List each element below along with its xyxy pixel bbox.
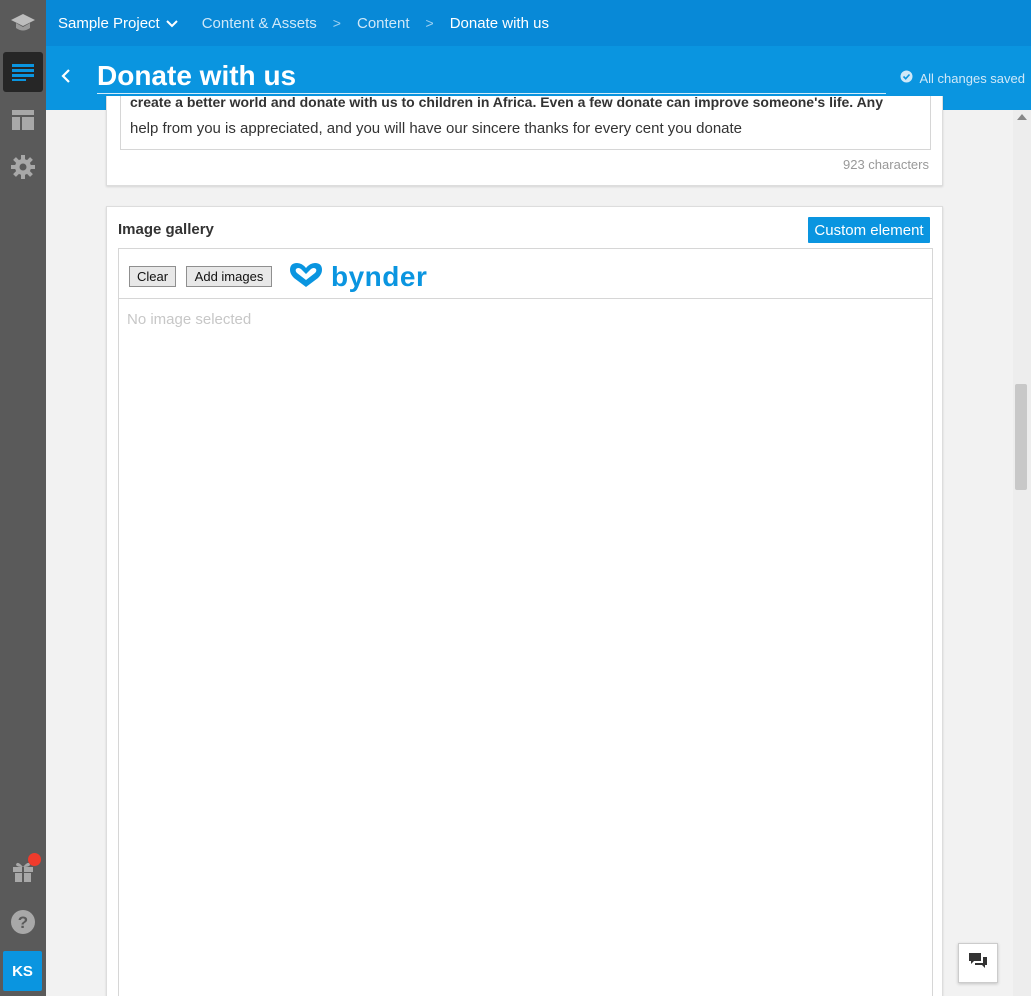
layout-icon (11, 109, 35, 131)
image-gallery-card: Image gallery Custom element Clear Add i… (106, 206, 943, 996)
chat-button[interactable] (958, 943, 998, 983)
chevron-right-icon: > (332, 15, 341, 31)
chevron-right-icon: > (425, 15, 434, 31)
check-circle-icon (900, 70, 913, 86)
scrollbar[interactable] (1013, 110, 1031, 996)
scrollbar-thumb[interactable] (1015, 384, 1027, 490)
help-button[interactable]: ? (3, 902, 43, 942)
whats-new-button[interactable] (3, 851, 43, 891)
bynder-logo: bynder (287, 259, 427, 294)
custom-element-badge: Custom element (808, 217, 930, 243)
svg-text:?: ? (18, 913, 28, 932)
settings-nav-button[interactable] (3, 147, 43, 187)
project-selector[interactable]: Sample Project (58, 15, 178, 32)
breadcrumb-content[interactable]: Content (357, 15, 410, 32)
graduation-cap-icon (10, 12, 36, 34)
custom-element-frame: Clear Add images bynder No image selecte… (118, 248, 933, 996)
character-count: 923 characters (843, 157, 929, 172)
help-icon: ? (10, 909, 36, 935)
text-line-partial: create a better world and donate with us… (130, 96, 884, 110)
chevron-left-icon (61, 68, 71, 89)
user-avatar[interactable]: KS (3, 951, 42, 991)
rich-text-field[interactable]: create a better world and donate with us… (120, 96, 931, 150)
chevron-down-icon (166, 15, 178, 32)
content-list-icon (11, 62, 35, 82)
empty-state-text: No image selected (127, 311, 252, 328)
back-button[interactable] (58, 66, 74, 90)
clear-button[interactable]: Clear (129, 266, 176, 287)
gallery-toolbar: Clear Add images bynder (119, 249, 932, 299)
project-name: Sample Project (58, 14, 160, 32)
chat-icon (968, 952, 988, 975)
breadcrumb-content-assets[interactable]: Content & Assets (202, 15, 317, 32)
bynder-logo-text: bynder (331, 260, 428, 292)
notification-badge (28, 853, 41, 866)
text-line: help from you is appreciated, and you wi… (130, 120, 743, 137)
text-element-card: create a better world and donate with us… (106, 96, 943, 186)
breadcrumb: Sample Project Content & Assets > Conten… (46, 0, 1031, 46)
element-label: Image gallery (118, 221, 214, 238)
gear-icon (10, 154, 36, 180)
add-images-button[interactable]: Add images (186, 266, 272, 287)
scroll-up-arrow-icon[interactable] (1017, 114, 1027, 120)
bynder-logo-icon (287, 259, 325, 294)
save-status-text: All changes saved (919, 70, 1025, 86)
layout-nav-button[interactable] (3, 100, 43, 140)
breadcrumb-current: Donate with us (449, 14, 549, 32)
home-button[interactable] (3, 3, 43, 43)
item-title-input[interactable]: Donate with us (97, 58, 886, 94)
left-rail: ? KS (0, 0, 46, 996)
save-status: All changes saved (900, 70, 1025, 86)
content-nav-button[interactable] (3, 52, 43, 92)
